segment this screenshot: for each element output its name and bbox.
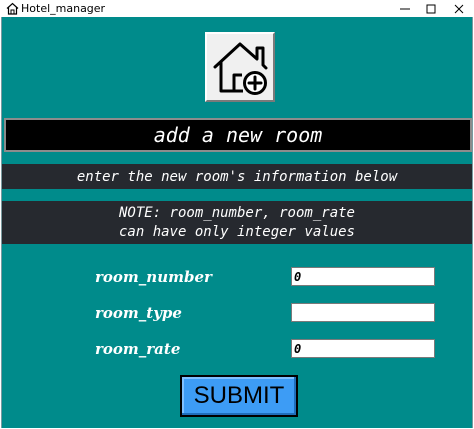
maximize-button[interactable]	[416, 0, 446, 17]
room-number-input[interactable]	[291, 267, 435, 286]
room-type-input[interactable]	[291, 303, 435, 322]
window-title: Hotel_manager	[21, 2, 106, 15]
close-icon	[454, 4, 464, 13]
title-bar: Hotel_manager	[0, 0, 474, 17]
add-home-icon	[213, 42, 268, 95]
home-icon	[6, 2, 19, 15]
room-type-label: room_type	[95, 304, 182, 322]
add-room-logo-button[interactable]	[205, 32, 275, 102]
note-bar: NOTE: room_number, room_rate can have on…	[2, 201, 472, 244]
maximize-icon	[426, 4, 436, 13]
note-line-2: can have only integer values	[118, 223, 355, 240]
page-title: add a new room	[153, 123, 323, 147]
close-button[interactable]	[444, 0, 474, 17]
page-title-banner: add a new room	[4, 118, 472, 152]
instructions-bar: enter the new room's information below	[2, 164, 472, 189]
minimize-icon	[400, 8, 410, 9]
room-rate-input[interactable]	[291, 339, 435, 358]
room-number-label: room_number	[95, 268, 212, 286]
note-line-1: NOTE: room_number, room_rate	[118, 204, 355, 221]
room-rate-label: room_rate	[95, 340, 181, 358]
app-window-body: add a new room enter the new room's info…	[1, 17, 473, 428]
submit-button[interactable]: SUBMIT	[180, 375, 298, 417]
instructions-text: enter the new room's information below	[76, 168, 398, 185]
